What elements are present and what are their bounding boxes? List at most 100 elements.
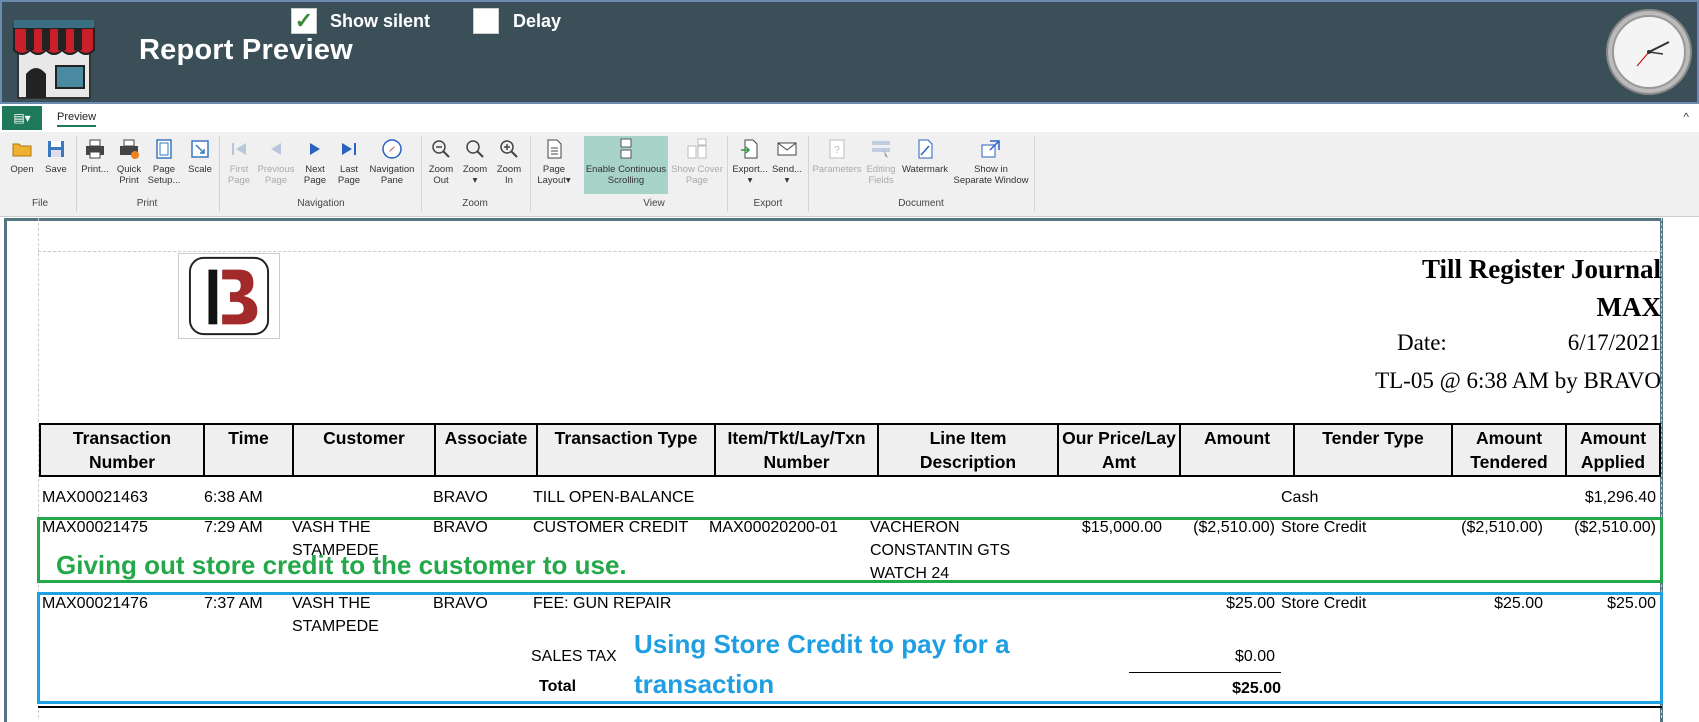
folder-icon xyxy=(12,143,32,157)
annotation-blue: Using Store Credit to pay for a transact… xyxy=(634,629,1010,699)
date-value: 6/17/2021 xyxy=(1567,330,1661,355)
page-setup-icon xyxy=(156,139,172,159)
page-layout-icon xyxy=(547,139,562,159)
txn-number: MAX00021475 xyxy=(42,519,148,536)
parameters-button[interactable]: ? Parameters xyxy=(812,136,862,196)
delay-label: Delay xyxy=(513,11,562,31)
txn-associate: BRAVO xyxy=(433,519,488,536)
txn-tender: Cash xyxy=(1281,489,1319,506)
report-title: Till Register Journal xyxy=(1421,254,1661,284)
zoom-out-icon xyxy=(432,140,450,158)
save-button[interactable]: Save xyxy=(40,136,72,196)
txn-customer: VASH THE STAMPEDE xyxy=(292,595,379,635)
page-setup-button[interactable]: Page Setup... xyxy=(146,136,182,196)
printer-icon xyxy=(86,139,104,159)
column-header: Line Item Description xyxy=(877,423,1059,477)
editing-fields-button[interactable]: Editing Fields xyxy=(862,136,900,196)
page-layout-button[interactable]: Page Layout▾ xyxy=(534,136,574,196)
app-menu-button[interactable]: ▤▾ xyxy=(2,106,42,130)
txn-associate: BRAVO xyxy=(433,489,488,506)
sales-tax-value: $0.00 xyxy=(1234,648,1275,665)
editing-fields-icon xyxy=(872,141,890,158)
send-button[interactable]: Send... ▾ xyxy=(770,136,804,196)
txn-amount: ($2,510.00) xyxy=(1193,519,1275,536)
last-page-icon xyxy=(342,143,356,155)
txn-item: MAX00020200-01 xyxy=(709,519,838,536)
column-header: Amount Tendered xyxy=(1451,423,1567,477)
previous-page-icon xyxy=(271,143,281,155)
next-page-button[interactable]: Next Page xyxy=(298,136,332,196)
group-navigation-label: Navigation xyxy=(297,198,345,209)
txn-number: MAX00021476 xyxy=(42,595,148,612)
enable-continuous-scrolling-button[interactable]: Enable Continuous Scrolling xyxy=(584,136,668,196)
separator xyxy=(530,136,531,212)
quick-printer-icon xyxy=(120,139,139,159)
column-header: Transaction Number xyxy=(39,423,205,477)
store-icon xyxy=(13,20,95,99)
show-silent-checkbox[interactable]: ✓ xyxy=(291,8,317,34)
group-file-label: File xyxy=(31,198,49,209)
show-in-separate-window-button[interactable]: Show in Separate Window xyxy=(952,136,1030,196)
company-logo xyxy=(178,253,280,339)
envelope-icon xyxy=(777,142,797,156)
compass-icon xyxy=(382,139,402,159)
print-button[interactable]: Print... xyxy=(78,136,112,196)
collapse-ribbon-button[interactable]: ^ xyxy=(1683,110,1689,124)
separator xyxy=(219,136,220,212)
separator xyxy=(421,136,422,212)
scale-button[interactable]: Scale xyxy=(184,136,216,196)
report-bottom-rule xyxy=(38,706,1662,708)
checkmark-icon: ✓ xyxy=(294,8,314,33)
group-document-label: Document xyxy=(898,198,944,209)
continuous-scrolling-icon xyxy=(620,138,632,159)
floppy-disk-icon xyxy=(48,141,64,157)
journal-table-header: Transaction Number Time Customer Associa… xyxy=(39,423,1661,477)
column-header: Item/Tkt/Lay/Txn Number xyxy=(714,423,879,477)
zoom-in-button[interactable]: Zoom In xyxy=(492,136,526,196)
txn-price: $15,000.00 xyxy=(1081,519,1162,536)
column-header: Our Price/Lay Amt xyxy=(1057,423,1181,477)
first-page-button[interactable]: First Page xyxy=(222,136,256,196)
last-page-button[interactable]: Last Page xyxy=(332,136,366,196)
app-header: Report Preview ✓ Show silent Delay xyxy=(0,0,1699,104)
zoom-out-button[interactable]: Zoom Out xyxy=(424,136,458,196)
group-view-label: View xyxy=(643,198,665,209)
date-label: Date: xyxy=(1397,330,1447,355)
page-title: Report Preview xyxy=(139,34,353,66)
group-print-label: Print xyxy=(136,198,158,209)
txn-type: FEE: GUN REPAIR xyxy=(533,595,672,612)
quick-print-button[interactable]: Quick Print xyxy=(112,136,146,196)
tab-preview[interactable]: Preview xyxy=(57,111,97,127)
export-button[interactable]: Export... ▾ xyxy=(732,136,768,196)
txn-applied: $1,296.40 xyxy=(1584,489,1656,506)
txn-associate: BRAVO xyxy=(433,595,488,612)
txn-time: 7:29 AM xyxy=(204,519,263,536)
delay-checkbox[interactable] xyxy=(473,8,499,34)
previous-page-button[interactable]: Previous Page xyxy=(256,136,296,196)
show-cover-page-button[interactable]: Show Cover Page xyxy=(670,136,724,196)
navigation-pane-button[interactable]: Navigation Pane xyxy=(366,136,418,196)
txn-amount: $25.00 xyxy=(1226,595,1275,612)
sales-tax-label: SALES TAX xyxy=(531,648,617,665)
watermark-button[interactable]: Watermark xyxy=(900,136,950,196)
zoom-button[interactable]: Zoom ▾ xyxy=(458,136,492,196)
scale-icon xyxy=(191,140,209,158)
txn-number: MAX00021463 xyxy=(42,489,148,506)
separator xyxy=(727,136,728,212)
export-icon xyxy=(741,139,758,159)
first-page-icon xyxy=(232,143,246,155)
next-page-icon xyxy=(310,143,320,155)
txn-time: 6:38 AM xyxy=(204,489,263,506)
txn-description: VACHERON CONSTANTIN GTS WATCH 24 xyxy=(870,519,1011,582)
txn-type: TILL OPEN-BALANCE xyxy=(533,489,695,506)
svg-text:?: ? xyxy=(834,145,840,156)
ribbon-toolbar: Open Save File Print... Quick Print Page… xyxy=(0,132,1699,217)
open-button[interactable]: Open xyxy=(6,136,38,196)
separator xyxy=(1034,136,1035,212)
txn-tender: Store Credit xyxy=(1281,595,1367,612)
zoom-icon xyxy=(466,140,484,158)
txn-tendered: $25.00 xyxy=(1494,595,1543,612)
column-header: Associate xyxy=(434,423,538,477)
total-value: $25.00 xyxy=(1232,680,1281,697)
txn-time: 7:37 AM xyxy=(204,595,263,612)
